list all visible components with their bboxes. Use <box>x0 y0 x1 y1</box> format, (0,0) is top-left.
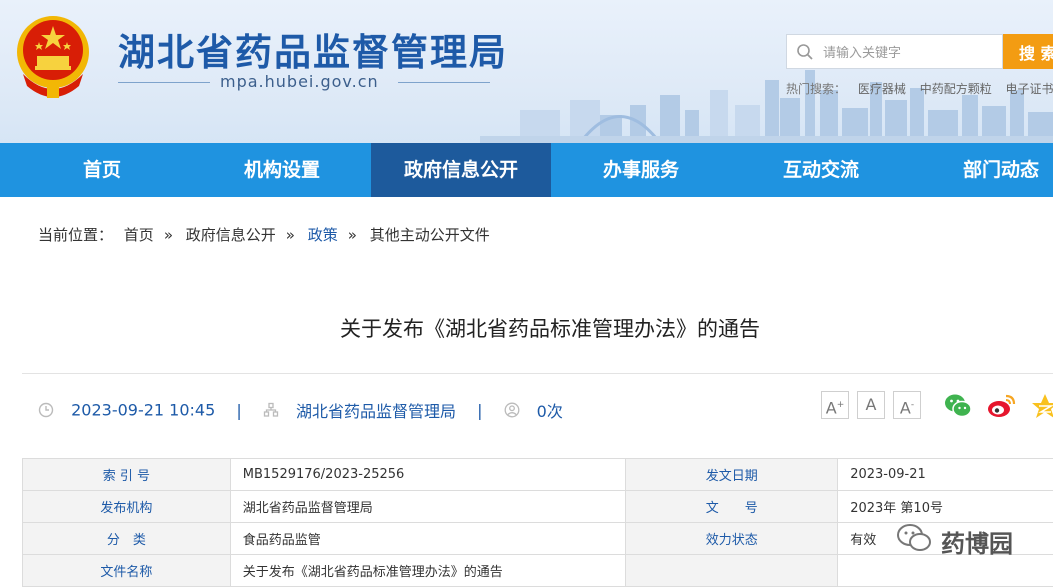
search-input[interactable] <box>821 42 995 64</box>
table-row: 索 引 号 MB1529176/2023-25256 发文日期 2023-09-… <box>23 459 1053 491</box>
breadcrumb-label: 当前位置： <box>38 226 113 244</box>
national-emblem-icon <box>13 12 93 100</box>
url-decor-line-right <box>398 82 490 83</box>
search-box <box>786 34 1003 69</box>
organization-icon <box>263 402 279 418</box>
category-label: 分 类 <box>23 523 231 555</box>
nav-item-services[interactable]: 办事服务 <box>551 143 731 197</box>
issue-date-value: 2023-09-21 <box>838 459 1053 491</box>
site-header: 湖北省药品监督管理局 mpa.hubei.gov.cn 搜 索 热门搜索： 医疗… <box>0 0 1053 143</box>
issue-date-label: 发文日期 <box>626 459 838 491</box>
breadcrumb: 当前位置： 首页 » 政府信息公开 » 政策 » 其他主动公开文件 <box>38 224 496 245</box>
empty-value-cell <box>838 555 1053 587</box>
search-button[interactable]: 搜 索 <box>1003 34 1053 69</box>
article-meta: 2023-09-21 10:45 | 湖北省药品监督管理局 | 0次 <box>38 398 563 420</box>
index-number-value: MB1529176/2023-25256 <box>230 459 626 491</box>
document-number-value: 2023年 第10号 <box>838 491 1053 523</box>
city-skyline-image <box>480 60 1053 143</box>
file-name-value: 关于发布《湖北省药品标准管理办法》的通告 <box>230 555 626 587</box>
site-title: 湖北省药品监督管理局 <box>118 22 508 76</box>
qzone-icon[interactable] <box>1030 392 1053 420</box>
table-row: 发布机构 湖北省药品监督管理局 文 号 2023年 第10号 <box>23 491 1053 523</box>
breadcrumb-separator: » <box>164 226 173 244</box>
meta-separator: | <box>477 401 482 420</box>
view-count: 0次 <box>537 402 563 421</box>
issuing-agency-label: 发布机构 <box>23 491 231 523</box>
watermark-text: 药博园 <box>941 524 1013 559</box>
weibo-icon[interactable] <box>986 392 1016 420</box>
wechat-watermark-icon <box>895 522 935 554</box>
hot-search: 热门搜索： 医疗器械 中药配方颗粒 电子证书 <box>786 80 1053 97</box>
search-icon <box>796 43 814 61</box>
nav-item-organization[interactable]: 机构设置 <box>192 143 372 197</box>
meta-separator: | <box>236 401 241 420</box>
breadcrumb-policy[interactable]: 政策 <box>308 226 338 244</box>
site-url: mpa.hubei.gov.cn <box>220 72 379 91</box>
breadcrumb-separator: » <box>286 226 295 244</box>
file-name-label: 文件名称 <box>23 555 231 587</box>
wechat-icon[interactable] <box>943 392 973 420</box>
hot-search-item[interactable]: 电子证书 <box>1006 82 1053 96</box>
main-nav: 首页 机构设置 政府信息公开 办事服务 互动交流 部门动态 <box>0 143 1053 197</box>
publish-datetime: 2023-09-21 10:45 <box>71 401 215 420</box>
hot-search-label: 热门搜索： <box>786 82 846 96</box>
nav-item-dept-news[interactable]: 部门动态 <box>911 143 1053 197</box>
font-default-button[interactable]: A <box>857 391 885 419</box>
category-value: 食品药品监管 <box>230 523 626 555</box>
breadcrumb-separator: » <box>348 226 357 244</box>
page-title: 关于发布《湖北省药品标准管理办法》的通告 <box>0 313 1053 343</box>
issuing-agency-value: 湖北省药品监督管理局 <box>230 491 626 523</box>
hot-search-item[interactable]: 中药配方颗粒 <box>920 82 992 96</box>
index-number-label: 索 引 号 <box>23 459 231 491</box>
hot-search-item[interactable]: 医疗器械 <box>858 82 906 96</box>
document-number-label: 文 号 <box>626 491 838 523</box>
user-icon <box>504 402 520 418</box>
url-decor-line-left <box>118 82 210 83</box>
breadcrumb-home[interactable]: 首页 <box>124 226 154 244</box>
breadcrumb-gov-info[interactable]: 政府信息公开 <box>186 226 276 244</box>
table-row: 文件名称 关于发布《湖北省药品标准管理办法》的通告 <box>23 555 1053 587</box>
font-increase-button[interactable]: A+ <box>821 391 849 419</box>
publisher: 湖北省药品监督管理局 <box>296 402 456 421</box>
validity-status-label: 效力状态 <box>626 523 838 555</box>
nav-item-gov-info[interactable]: 政府信息公开 <box>371 143 551 197</box>
nav-item-home[interactable]: 首页 <box>12 143 192 197</box>
title-divider <box>22 373 1053 374</box>
clock-icon <box>38 402 54 418</box>
empty-label-cell <box>626 555 838 587</box>
nav-item-interaction[interactable]: 互动交流 <box>731 143 911 197</box>
font-decrease-button[interactable]: A- <box>893 391 921 419</box>
breadcrumb-other-files[interactable]: 其他主动公开文件 <box>370 226 490 244</box>
